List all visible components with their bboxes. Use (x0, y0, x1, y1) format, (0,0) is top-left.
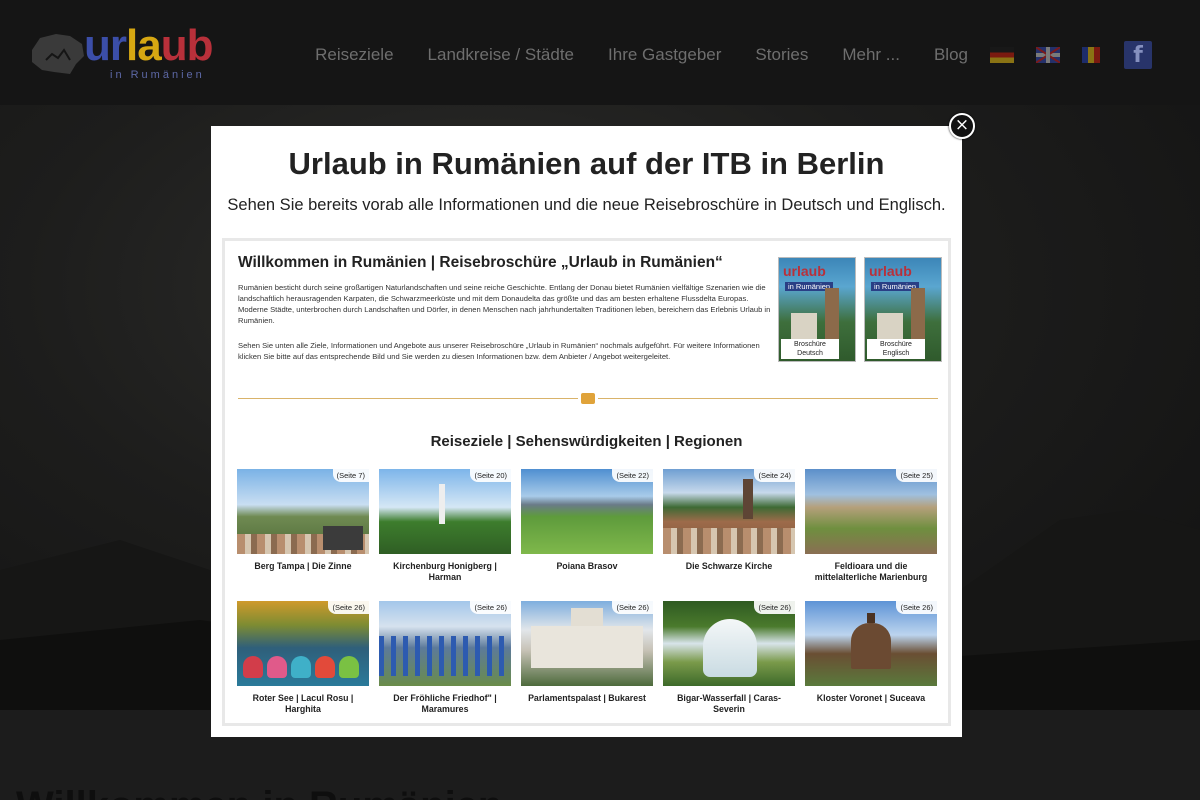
destination-card-berg-tampa[interactable]: (Seite 7) Berg Tampa | Die Zinne (237, 469, 369, 572)
destination-photo: (Seite 7) (237, 469, 369, 554)
page-badge: (Seite 22) (612, 469, 653, 482)
page-badge: (Seite 26) (328, 601, 369, 614)
destination-caption: Parlamentspalast | Bukarest (528, 693, 646, 703)
brochure-cover-deutsch[interactable]: urlaub in Rumänien Broschüre Deutsch (778, 257, 856, 362)
destination-photo: (Seite 22) (521, 469, 653, 554)
modal-close-button[interactable]: × (949, 113, 975, 139)
page-badge: (Seite 20) (470, 469, 511, 482)
page-badge: (Seite 24) (754, 469, 795, 482)
destination-caption: Kloster Voronet | Suceava (816, 693, 926, 703)
castle-image (791, 313, 817, 341)
destination-caption: Kirchenburg Honigberg | Harman (393, 561, 497, 582)
destination-photo: (Seite 20) (379, 469, 511, 554)
map-icon (578, 391, 598, 405)
destination-photo: (Seite 26) (521, 601, 653, 686)
destination-caption: Berg Tampa | Die Zinne (254, 561, 352, 571)
page-badge: (Seite 26) (896, 601, 937, 614)
destination-caption: Roter See | Lacul Rosu | Harghita (252, 693, 354, 714)
destination-card-schwarze-kirche[interactable]: (Seite 24) Die Schwarze Kirche (663, 469, 795, 572)
destination-photo: (Seite 26) (379, 601, 511, 686)
destination-caption: Der Fröhliche Friedhof" | Maramures (393, 693, 497, 714)
cover-label: Broschüre Englisch (867, 339, 925, 359)
destination-card-bigar-wasserfall[interactable]: (Seite 26) Bigar-Wasserfall | Caras-Seve… (663, 601, 795, 715)
itb-popup-modal: Urlaub in Rumänien auf der ITB in Berlin… (211, 126, 962, 737)
castle-image (877, 313, 903, 341)
destination-card-kloster-voronet[interactable]: (Seite 26) Kloster Voronet | Suceava (805, 601, 937, 704)
page-badge: (Seite 26) (470, 601, 511, 614)
page-badge: (Seite 25) (896, 469, 937, 482)
page-badge: (Seite 26) (612, 601, 653, 614)
destination-card-poiana-brasov[interactable]: (Seite 22) Poiana Brasov (521, 469, 653, 572)
destination-card-parlamentspalast[interactable]: (Seite 26) Parlamentspalast | Bukarest (521, 601, 653, 704)
destination-card-froehlicher-friedhof[interactable]: (Seite 26) Der Fröhliche Friedhof" | Mar… (379, 601, 511, 715)
brochure-instructions-text: Sehen Sie unten alle Ziele, Informatione… (238, 341, 760, 361)
destination-card-feldioara[interactable]: (Seite 25) Feldioara und die mittelalter… (805, 469, 937, 583)
destination-caption: Bigar-Wasserfall | Caras-Severin (677, 693, 781, 714)
page-badge: (Seite 26) (754, 601, 795, 614)
page-badge: (Seite 7) (332, 469, 369, 482)
destination-card-roter-see[interactable]: (Seite 26) Roter See | Lacul Rosu | Harg… (237, 601, 369, 715)
brochure-cover-englisch[interactable]: urlaub in Rumänien Broschüre Englisch (864, 257, 942, 362)
brochure-title: Willkommen in Rumänien | Reisebroschüre … (238, 254, 723, 271)
modal-subtitle: Sehen Sie bereits vorab alle Information… (227, 196, 946, 214)
destination-caption: Feldioara und die mittelalterliche Marie… (814, 561, 928, 582)
cover-logo: urlaub (783, 263, 826, 279)
destination-photo: (Seite 26) (237, 601, 369, 686)
modal-title: Urlaub in Rumänien auf der ITB in Berlin (288, 146, 885, 181)
cover-label: Broschüre Deutsch (781, 339, 839, 359)
destination-caption: Die Schwarze Kirche (685, 561, 773, 571)
section-title: Reiseziele | Sehenswürdigkeiten | Region… (430, 433, 743, 450)
destination-photo: (Seite 24) (663, 469, 795, 554)
destination-photo: (Seite 26) (805, 601, 937, 686)
brochure-intro-text: Rumänien besticht durch seine großartige… (238, 283, 771, 325)
brochure-panel: Willkommen in Rumänien | Reisebroschüre … (222, 238, 951, 726)
destination-photo: (Seite 25) (805, 469, 937, 554)
destination-card-honigberg[interactable]: (Seite 20) Kirchenburg Honigberg | Harma… (379, 469, 511, 583)
destination-caption: Poiana Brasov (556, 561, 618, 571)
destination-photo: (Seite 26) (663, 601, 795, 686)
cover-logo: urlaub (869, 263, 912, 279)
